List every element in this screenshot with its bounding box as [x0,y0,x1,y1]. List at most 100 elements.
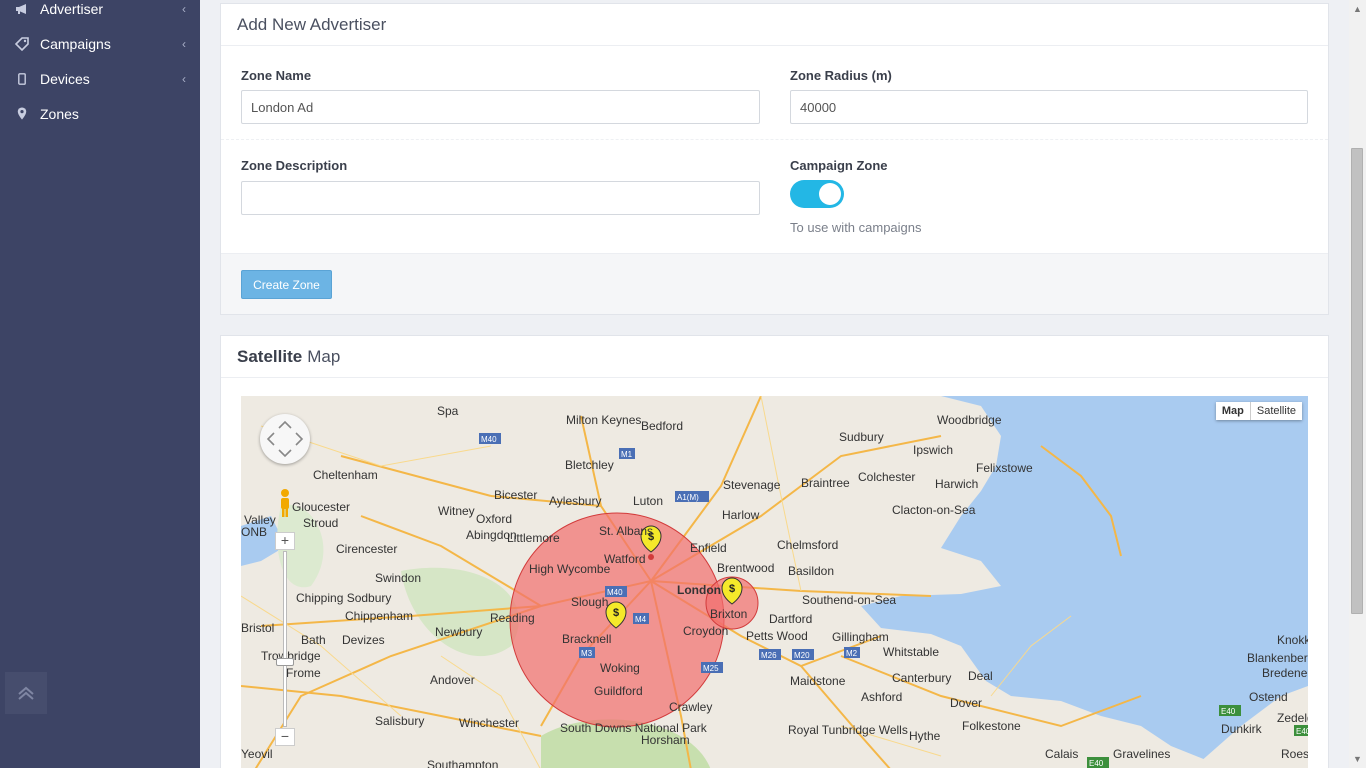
map-place-label: Basildon [788,564,834,578]
map-place-label: Chipping Sodbury [296,591,391,605]
campaign-zone-help: To use with campaigns [790,220,922,235]
map-place-label: Deal [968,669,993,683]
highway-label-text: E40 [1089,759,1104,768]
highway-label-text: E40 [1221,707,1236,716]
map-place-label: Zedelg [1277,711,1308,725]
sidebar-item-advertiser[interactable]: Advertiser ‹ [0,0,200,26]
highway-label-text: M2 [846,649,858,658]
highway-label-text: M1 [621,450,633,459]
map-place-label: Bracknell [562,632,611,646]
zone-name-label: Zone Name [241,68,312,83]
map-place-label: Dunkirk [1221,722,1263,736]
map-place-label: Gravelines [1113,747,1170,761]
highway-label: E40 [1087,757,1109,768]
highway-label: M1 [619,448,635,459]
campaign-zone-label: Campaign Zone [790,158,888,173]
street-view-pegman-icon[interactable] [277,488,293,518]
highway-label-text: E40 [1296,727,1308,736]
zone-name-input[interactable] [241,90,760,124]
panel-title: Satellite Map [221,336,1328,378]
map-place-label: Luton [633,494,663,508]
map-place-label: Chelmsford [777,538,838,552]
scroll-down-arrow-icon[interactable]: ▼ [1353,754,1362,764]
scroll-up-arrow-icon[interactable]: ▲ [1353,4,1362,14]
map-place-label: Yeovil [241,747,273,761]
create-zone-button[interactable]: Create Zone [241,270,332,299]
highway-label: M40 [479,433,501,444]
add-advertiser-panel: Add New Advertiser Zone Name Zone Radius… [220,3,1329,315]
highway-label: A1(M) [675,491,709,502]
zone-radius-input[interactable] [790,90,1308,124]
svg-text:$: $ [613,607,619,619]
map-place-label: Cirencester [336,542,397,556]
map-place-label: Knokke [1277,633,1308,647]
highway-label-text: M26 [761,651,777,660]
highway-label: M26 [759,649,781,660]
map-place-label: Witney [438,504,475,518]
map-place-label: Blankenberge [1247,651,1308,665]
map-place-label: ONB [241,525,267,539]
zoom-slider-thumb[interactable] [276,658,294,666]
map-canvas[interactable]: $ $ $ Spa Milton Keynes Bedford Woodbridge S… [241,396,1308,768]
map-type-map-button[interactable]: Map [1216,402,1251,420]
map-place-label: Swindon [375,571,421,585]
sidebar-item-zones[interactable]: Zones [0,96,200,131]
map-place-label: Roesel [1281,747,1308,761]
pan-control[interactable] [260,414,310,464]
campaign-zone-toggle[interactable] [790,180,844,208]
map-place-label: Oxford [476,512,512,526]
svg-text:$: $ [729,583,735,595]
map-place-label: Enfield [690,541,727,555]
sidebar-item-label: Advertiser [40,0,104,17]
map-place-label: Bredene [1262,666,1308,680]
sidebar-item-label: Zones [40,105,79,122]
panel-title: Add New Advertiser [221,4,1328,46]
map-place-label: Horsham [641,733,690,747]
zone-description-label: Zone Description [241,158,348,173]
map-place-label: Guildford [594,684,643,698]
map-place-label: Folkestone [962,719,1021,733]
pan-arrows-icon [266,420,304,458]
map-place-label: Bath [301,633,326,647]
zone-description-input[interactable] [241,181,760,215]
highway-label-text: M25 [703,664,719,673]
highway-label: E40 [1219,705,1241,716]
highway-label: M20 [792,649,814,660]
sidebar-item-campaigns[interactable]: Campaigns ‹ [0,26,200,61]
highway-label: M2 [844,647,860,658]
highway-label: M4 [633,613,649,624]
highway-label: E40 [1294,725,1308,736]
scroll-to-top-button[interactable] [5,672,47,714]
map-type-satellite-button[interactable]: Satellite [1251,402,1302,420]
map-place-label: Colchester [858,470,915,484]
zone-center-watford [648,554,654,560]
map-place-label: Winchester [459,716,519,730]
satellite-map-panel: Satellite Map $ $ $ Spa Milton Keynes Be… [220,335,1329,768]
zoom-out-button[interactable]: − [275,728,295,746]
map-place-label: Salisbury [375,714,424,728]
map-place-label: Whitstable [883,645,939,659]
map-marker-icon [12,107,32,120]
map-place-label: London [677,583,721,597]
map-place-label: Southampton [427,758,498,768]
form-footer: Create Zone [221,253,1328,314]
zoom-slider-track[interactable] [283,551,287,727]
map-place-label: Canterbury [892,671,951,685]
map-place-label: Gillingham [832,630,889,644]
page-scrollbar-thumb[interactable] [1351,148,1363,614]
sidebar-item-label: Campaigns [40,35,111,52]
sidebar-item-devices[interactable]: Devices ‹ [0,61,200,96]
highway-label-text: M4 [635,615,647,624]
map-place-label: Bedford [641,419,683,433]
map-place-label: Felixstowe [976,461,1033,475]
map-place-label: Dartford [769,612,812,626]
highway-label: M25 [701,662,723,673]
map-place-label: Maidstone [790,674,846,688]
chevron-left-icon: ‹ [182,71,186,86]
highway-label: M3 [579,647,595,658]
map-place-label: Petts Wood [746,629,808,643]
map-place-label: Sudbury [839,430,884,444]
map-place-label: Crawley [669,700,712,714]
map-graphics: $ $ $ SpaMilton Keynes Bedford WoodbridgeS… [241,396,1308,768]
zoom-in-button[interactable]: + [275,532,295,550]
